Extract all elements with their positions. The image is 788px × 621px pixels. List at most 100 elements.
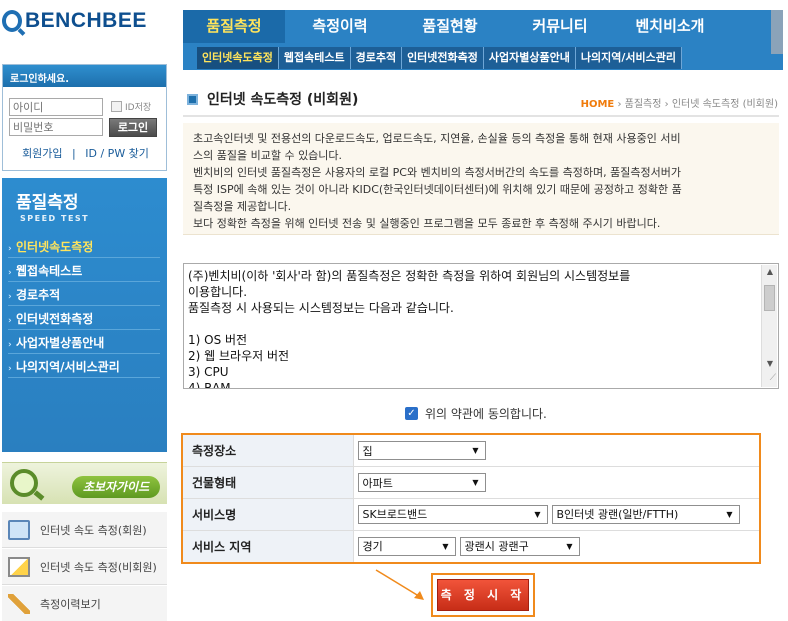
select-value: B인터넷 광랜(일반/FTTH) [556,508,679,522]
subtab-voip-test[interactable]: 인터넷전화측정 [402,47,484,69]
subtab-speed-test[interactable]: 인터넷속도측정 [197,47,279,69]
side-menu-item-label: 경로추적 [16,288,61,302]
select-value: 집 [362,444,373,458]
scroll-thumb[interactable] [764,285,775,311]
dropdown-arrow-icon: ▼ [534,509,541,519]
checkbox-checked-icon[interactable]: ✓ [405,407,418,420]
chart-icon [8,556,30,577]
benchbee-logo[interactable]: BENCHBEE [2,6,147,36]
side-menu-item-traceroute[interactable]: › 경로추적 [8,282,160,306]
bullet-icon: › [8,316,12,326]
terms-line: 4) RAM [188,381,231,389]
quick-link-label: 인터넷 속도 측정(비회원) [40,560,157,574]
quick-link-history[interactable]: 측정이력보기 [2,586,167,621]
select-value: 광랜시 광랜구 [464,540,529,554]
form-row-region: 서비스 지역 경기 ▼ 광랜시 광랜구 ▼ [183,530,759,562]
quick-link-guest-test[interactable]: 인터넷 속도 측정(비회원) [2,549,167,585]
terms-line: (주)벤치비(이하 '회사'라 함)의 품질측정은 정확한 측정을 위하여 회원… [188,269,631,283]
find-id-pw-link[interactable]: ID / PW 찾기 [85,147,149,160]
agree-label: 위의 약관에 동의합니다. [425,407,547,421]
intro-line: 스의 품질을 비교할 수 있습니다. [193,149,343,162]
dropdown-arrow-icon: ▼ [442,541,449,551]
logo-magnifier-icon [2,10,22,32]
tab-quality-test[interactable]: 품질측정 [183,10,285,43]
form-label: 건물형태 [183,466,354,499]
breadcrumb-level2: 인터넷 속도측정 (비회원) [671,99,778,110]
subtab-web-test[interactable]: 웹접속테스트 [278,47,351,69]
subtab-my-region[interactable]: 나의지역/서비스관리 [575,47,682,69]
bullet-icon: › [8,364,12,374]
region-province-select[interactable]: 경기 ▼ [357,536,456,556]
dropdown-arrow-icon: ▼ [472,446,479,456]
resize-grip-icon[interactable]: ⟋ [770,370,776,386]
id-save-checkbox[interactable]: ID저장 [111,100,151,113]
password-input[interactable] [9,118,103,136]
breadcrumb-level1[interactable]: 품질측정 [625,99,662,110]
tab-about[interactable]: 벤치비소개 [615,10,725,43]
breadcrumb-home[interactable]: HOME [581,99,615,110]
start-measurement-button[interactable]: 측 정 시 작 [437,579,529,611]
side-menu-item-label: 나의지역/서비스관리 [16,360,120,374]
location-select[interactable]: 집 ▼ [357,441,486,461]
side-menu-subtitle: SPEED TEST [20,214,90,223]
scroll-down-icon[interactable]: ▼ [762,357,778,371]
signup-link[interactable]: 회원가입 [22,147,62,160]
form-row-service: 서비스명 SK브로드밴드 ▼ B인터넷 광랜(일반/FTTH) ▼ [183,498,759,531]
tab-history[interactable]: 측정이력 [285,10,395,43]
bullet-icon: › [8,292,12,302]
login-links: 회원가입 | ID / PW 찾기 [3,145,168,161]
side-menu-item-speed-test[interactable]: › 인터넷속도측정 [8,234,160,258]
logo-text: BENCHBEE [25,9,147,32]
login-title: 로그인하세요. [3,65,166,87]
bullet-icon: › [8,340,12,350]
side-menu-item-label: 사업자별상품안내 [16,336,105,350]
start-button-highlight: 측 정 시 작 [431,573,535,617]
terms-line: 2) 웹 브라우저 버전 [188,349,290,363]
beginner-guide-banner[interactable]: 초보자가이드 [2,462,167,504]
link-separator: | [72,147,76,160]
building-type-select[interactable]: 아파트 ▼ [357,473,486,493]
monitor-icon [8,519,30,540]
side-menu-item-voip-test[interactable]: › 인터넷전화측정 [8,306,160,330]
side-menu-title: 품질측정 [16,193,79,213]
terms-line: 이용합니다. [188,285,248,299]
breadcrumb: HOME › 품질측정 › 인터넷 속도측정 (비회원) [581,95,778,110]
service-plan-select[interactable]: B인터넷 광랜(일반/FTTH) ▼ [551,504,740,524]
intro-line: 특정 ISP에 속해 있는 것이 아니라 KIDC(한국인터넷데이터센터)에 위… [193,183,682,196]
tab-quality-status[interactable]: 품질현황 [395,10,505,43]
form-row-building: 건물형태 아파트 ▼ [183,466,759,499]
terms-line [188,316,752,332]
measurement-form: 측정장소 집 ▼ 건물형태 아파트 ▼ 서비스명 SK브로드밴드 ▼ B인터넷 광랜(일… [181,433,761,564]
side-menu-item-label: 인터넷전화측정 [16,312,94,326]
intro-line: 벤치비의 인터넷 품질측정은 사용자의 로컬 PC와 벤치비의 측정서버간의 속… [193,166,681,179]
quick-link-member-test[interactable]: 인터넷 속도 측정(회원) [2,512,167,548]
intro-line: 초고속인터넷 및 전용선의 다운로드속도, 업로드속도, 지연율, 손실율 등의… [193,132,681,145]
login-box: 로그인하세요. ID저장 로그인 회원가입 | ID / PW 찾기 [2,64,167,171]
main-tabs: 품질측정 측정이력 품질현황 커뮤니티 벤치비소개 [183,10,725,43]
scroll-up-icon[interactable]: ▲ [762,265,778,279]
terms-textarea[interactable]: (주)벤치비(이하 '회사'라 함)의 품질측정은 정확한 측정을 위하여 회원… [183,263,779,389]
checkbox-icon [111,101,122,112]
dropdown-arrow-icon: ▼ [472,478,479,488]
subtab-products[interactable]: 사업자별상품안내 [483,47,576,69]
side-menu-item-products[interactable]: › 사업자별상품안내 [8,330,160,354]
side-menu-item-label: 웹접속테스트 [16,264,83,278]
page-title: 인터넷 속도측정 (비회원) [187,89,358,109]
terms-line: 3) CPU [188,365,229,379]
side-menu: 품질측정 SPEED TEST › 인터넷속도측정 › 웹접속테스트 › 경로추적 ›… [2,178,167,452]
tab-community[interactable]: 커뮤니티 [505,10,615,43]
subtab-traceroute[interactable]: 경로추적 [350,47,403,69]
provider-select[interactable]: SK브로드밴드 ▼ [357,504,548,524]
title-square-icon [187,93,198,105]
side-menu-item-label: 인터넷속도측정 [16,240,94,254]
side-menu-item-my-region[interactable]: › 나의지역/서비스관리 [8,354,160,378]
agree-checkbox-row[interactable]: ✓ 위의 약관에 동의합니다. [405,405,547,422]
login-button[interactable]: 로그인 [109,118,157,137]
terms-scrollbar[interactable]: ▲ ▼ [761,265,777,387]
side-menu-item-web-test[interactable]: › 웹접속테스트 [8,258,160,282]
select-value: SK브로드밴드 [362,508,428,522]
id-input[interactable] [9,98,103,116]
region-district-select[interactable]: 광랜시 광랜구 ▼ [459,536,580,556]
form-label: 측정장소 [183,435,354,468]
form-label: 서비스명 [183,498,354,531]
